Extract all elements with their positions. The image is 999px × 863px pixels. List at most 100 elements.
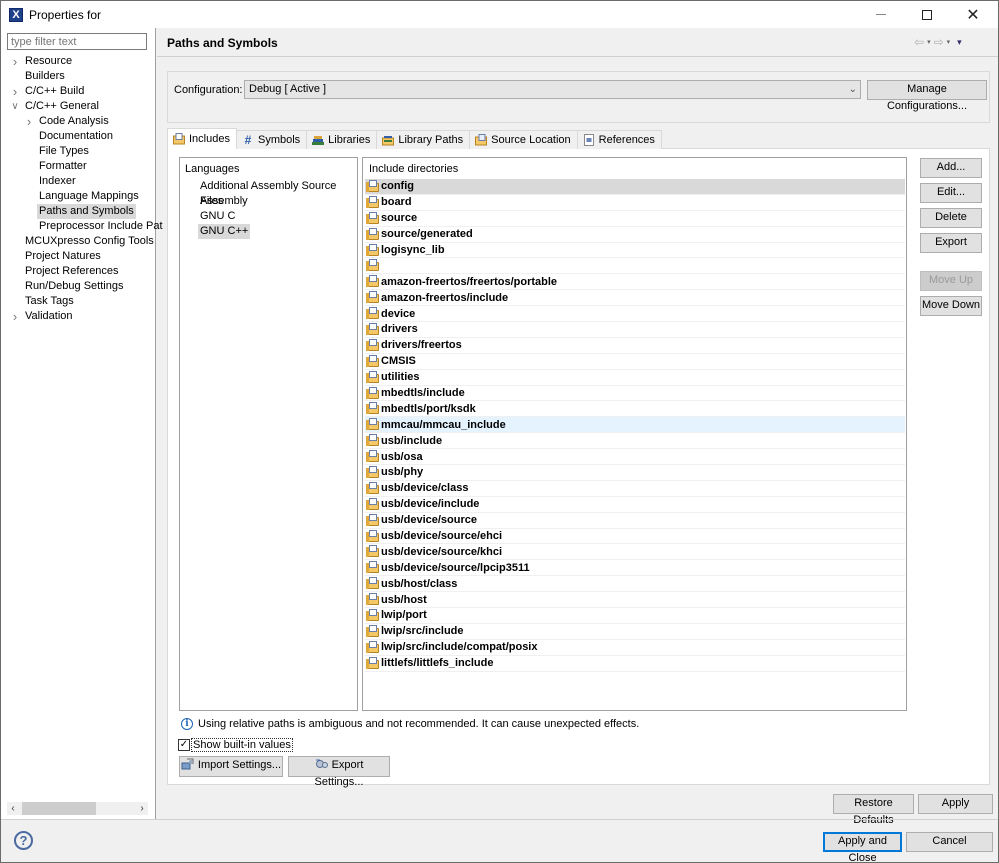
- show-builtin-checkbox[interactable]: ✓: [178, 739, 190, 751]
- include-folder-icon: [366, 608, 380, 622]
- maximize-button[interactable]: [904, 1, 950, 28]
- tab-source-location[interactable]: Source Location: [470, 130, 578, 149]
- tree-item-project-natures[interactable]: Project Natures: [1, 249, 156, 264]
- include-directory-row[interactable]: usb/host: [365, 592, 905, 609]
- include-directory-row[interactable]: board: [365, 195, 905, 211]
- include-directory-row[interactable]: usb/device/source/khci: [365, 544, 905, 561]
- export-settings-button[interactable]: Export Settings...: [288, 756, 390, 788]
- tree-item-validation[interactable]: › Validation: [1, 309, 156, 324]
- include-directory-row[interactable]: littlefs/littlefs_include: [365, 656, 905, 672]
- back-dropdown-icon[interactable]: ▾: [927, 38, 931, 46]
- apply-button[interactable]: Apply: [918, 794, 993, 814]
- tree-item-paths-and-symbols[interactable]: Paths and Symbols: [1, 204, 156, 219]
- include-directory-row[interactable]: usb/device/source/ehci: [365, 529, 905, 545]
- include-directory-row[interactable]: mbedtls/include: [365, 386, 905, 402]
- show-builtin-values[interactable]: ✓ Show built-in values: [178, 738, 293, 752]
- include-folder-icon: [366, 529, 380, 543]
- filter-input[interactable]: [7, 33, 147, 50]
- include-directory-row[interactable]: drivers/freertos: [365, 338, 905, 354]
- manage-configurations-button[interactable]: Manage Configurations...: [867, 80, 987, 112]
- tree-item-task-tags[interactable]: Task Tags: [1, 294, 156, 309]
- include-directory-row[interactable]: source/generated: [365, 227, 905, 243]
- language-item[interactable]: Additional Assembly Source Files: [198, 179, 357, 207]
- include-directory-row[interactable]: mbedtls/port/ksdk: [365, 401, 905, 418]
- restore-defaults-button[interactable]: Restore Defaults: [833, 794, 914, 826]
- include-directory-row[interactable]: usb/device/class: [365, 481, 905, 497]
- delete-button[interactable]: Delete: [920, 208, 982, 228]
- chevron-right-icon[interactable]: ›: [10, 309, 20, 324]
- include-directory-row[interactable]: utilities: [365, 370, 905, 386]
- help-icon[interactable]: ?: [14, 831, 33, 850]
- forward-dropdown-icon[interactable]: ▾: [947, 38, 951, 46]
- tree-item-c-c-build[interactable]: › C/C++ Build: [1, 84, 156, 99]
- move-down-button[interactable]: Move Down: [920, 296, 982, 316]
- tab-libraries[interactable]: Libraries: [307, 130, 378, 149]
- include-directory-row[interactable]: device: [365, 306, 905, 323]
- scroll-left-icon[interactable]: ‹: [7, 802, 19, 815]
- view-menu-icon[interactable]: ▾: [957, 37, 962, 48]
- edit-button[interactable]: Edit...: [920, 183, 982, 203]
- close-button[interactable]: ✕: [950, 1, 996, 28]
- tab-label: Includes: [189, 133, 230, 145]
- tree-item-run-debug-settings[interactable]: Run/Debug Settings: [1, 279, 156, 294]
- include-directory-row[interactable]: usb/device/source: [365, 513, 905, 529]
- tree-item-project-references[interactable]: Project References: [1, 264, 156, 279]
- tree-item-file-types[interactable]: File Types: [1, 144, 156, 159]
- language-item[interactable]: Assembly: [198, 194, 250, 209]
- include-directory-row[interactable]: usb/phy: [365, 465, 905, 481]
- back-arrow-icon[interactable]: ⇦: [914, 35, 924, 49]
- tree-item-preprocessor-include-pat[interactable]: Preprocessor Include Pat: [1, 219, 163, 234]
- tree-item-code-analysis[interactable]: › Code Analysis: [1, 114, 156, 129]
- include-directory-row[interactable]: lwip/port: [365, 608, 905, 624]
- tree-item-c-c-general[interactable]: ∨ C/C++ General: [1, 99, 156, 114]
- language-item[interactable]: GNU C++: [198, 224, 251, 239]
- horizontal-scrollbar[interactable]: ‹ ›: [7, 802, 148, 815]
- include-directory-row[interactable]: CMSIS: [365, 354, 905, 370]
- include-directory-row[interactable]: usb/osa: [365, 449, 905, 466]
- minimize-icon: [876, 14, 886, 15]
- include-directory-row[interactable]: usb/device/include: [365, 497, 905, 513]
- include-directory-row[interactable]: [365, 258, 905, 275]
- tab-symbols[interactable]: # Symbols: [236, 130, 308, 149]
- import-settings-button[interactable]: Import Settings...: [179, 756, 283, 777]
- tree-item-documentation[interactable]: Documentation: [1, 129, 156, 144]
- include-directory-row[interactable]: amazon-freertos/include: [365, 290, 905, 307]
- tree-item-indexer[interactable]: Indexer: [1, 174, 156, 189]
- include-directory-row[interactable]: mmcau/mmcau_include: [365, 417, 905, 434]
- tab-library-paths[interactable]: Library Paths: [377, 130, 471, 149]
- configuration-select[interactable]: Debug [ Active ] ⌄: [244, 80, 861, 99]
- include-directory-row[interactable]: drivers: [365, 322, 905, 338]
- move-up-button[interactable]: Move Up: [920, 271, 982, 291]
- tree-item-language-mappings[interactable]: Language Mappings: [1, 189, 156, 204]
- forward-arrow-icon[interactable]: ⇨: [934, 35, 944, 49]
- include-directory-row[interactable]: usb/device/source/lpcip3511: [365, 560, 905, 577]
- include-directory-row[interactable]: usb/include: [365, 433, 905, 450]
- export-button[interactable]: Export: [920, 233, 982, 253]
- tab-label: Source Location: [491, 134, 571, 146]
- chevron-right-icon[interactable]: ›: [10, 54, 20, 69]
- tree-item-label: Resource: [25, 55, 73, 67]
- scroll-right-icon[interactable]: ›: [136, 802, 148, 815]
- scrollbar-thumb[interactable]: [22, 802, 96, 815]
- include-directory-row[interactable]: logisync_lib: [365, 243, 905, 259]
- language-item[interactable]: GNU C: [198, 209, 237, 224]
- include-directory-row[interactable]: amazon-freertos/freertos/portable: [365, 274, 905, 291]
- tree-item-formatter[interactable]: Formatter: [1, 159, 156, 174]
- include-directory-row[interactable]: lwip/src/include/compat/posix: [365, 640, 905, 656]
- cancel-button[interactable]: Cancel: [906, 832, 993, 852]
- tab-references[interactable]: References: [577, 130, 662, 149]
- tree-item-resource[interactable]: › Resource: [1, 54, 156, 69]
- add-button[interactable]: Add...: [920, 158, 982, 178]
- include-directory-row[interactable]: config: [365, 179, 905, 195]
- include-directory-row[interactable]: usb/host/class: [365, 576, 905, 593]
- chevron-right-icon[interactable]: ›: [24, 114, 34, 129]
- chevron-down-icon[interactable]: ∨: [10, 99, 20, 114]
- include-directory-row[interactable]: lwip/src/include: [365, 624, 905, 640]
- tab-includes[interactable]: Includes: [167, 128, 237, 149]
- apply-and-close-button[interactable]: Apply and Close: [823, 832, 902, 863]
- tree-item-mcuxpresso-config-tools[interactable]: MCUXpresso Config Tools: [1, 234, 156, 249]
- include-directory-row[interactable]: source: [365, 211, 905, 227]
- tree-item-builders[interactable]: Builders: [1, 69, 156, 84]
- chevron-right-icon[interactable]: ›: [10, 84, 20, 99]
- minimize-button[interactable]: [858, 1, 904, 28]
